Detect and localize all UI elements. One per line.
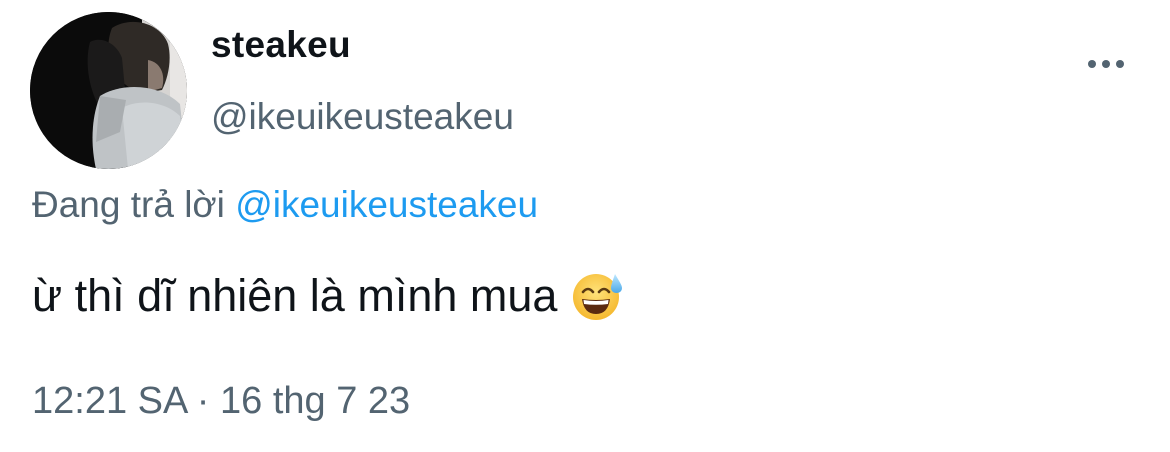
tweet: steakeu @ikeuikeusteakeu Đang trả lời @i… <box>0 0 1170 452</box>
tweet-text-content: ừ thì dĩ nhiên là mình mua <box>32 270 558 321</box>
display-name[interactable]: steakeu <box>211 24 351 66</box>
tweet-text: ừ thì dĩ nhiên là mình mua <box>32 270 623 322</box>
grinning-face-with-sweat-emoji <box>571 270 623 322</box>
avatar-image <box>30 12 187 169</box>
more-horizontal-icon-dot <box>1102 60 1110 68</box>
replying-to: Đang trả lời @ikeuikeusteakeu <box>32 184 538 226</box>
tweet-timestamp[interactable]: 12:21 SA · 16 thg 7 23 <box>32 380 410 423</box>
avatar[interactable] <box>30 12 187 169</box>
replying-to-label: Đang trả lời <box>32 184 225 225</box>
more-options-button[interactable] <box>1080 46 1132 82</box>
more-horizontal-icon <box>1088 60 1096 68</box>
replying-to-mention-link[interactable]: @ikeuikeusteakeu <box>235 184 538 225</box>
more-horizontal-icon-dot <box>1116 60 1124 68</box>
user-handle[interactable]: @ikeuikeusteakeu <box>211 96 514 138</box>
